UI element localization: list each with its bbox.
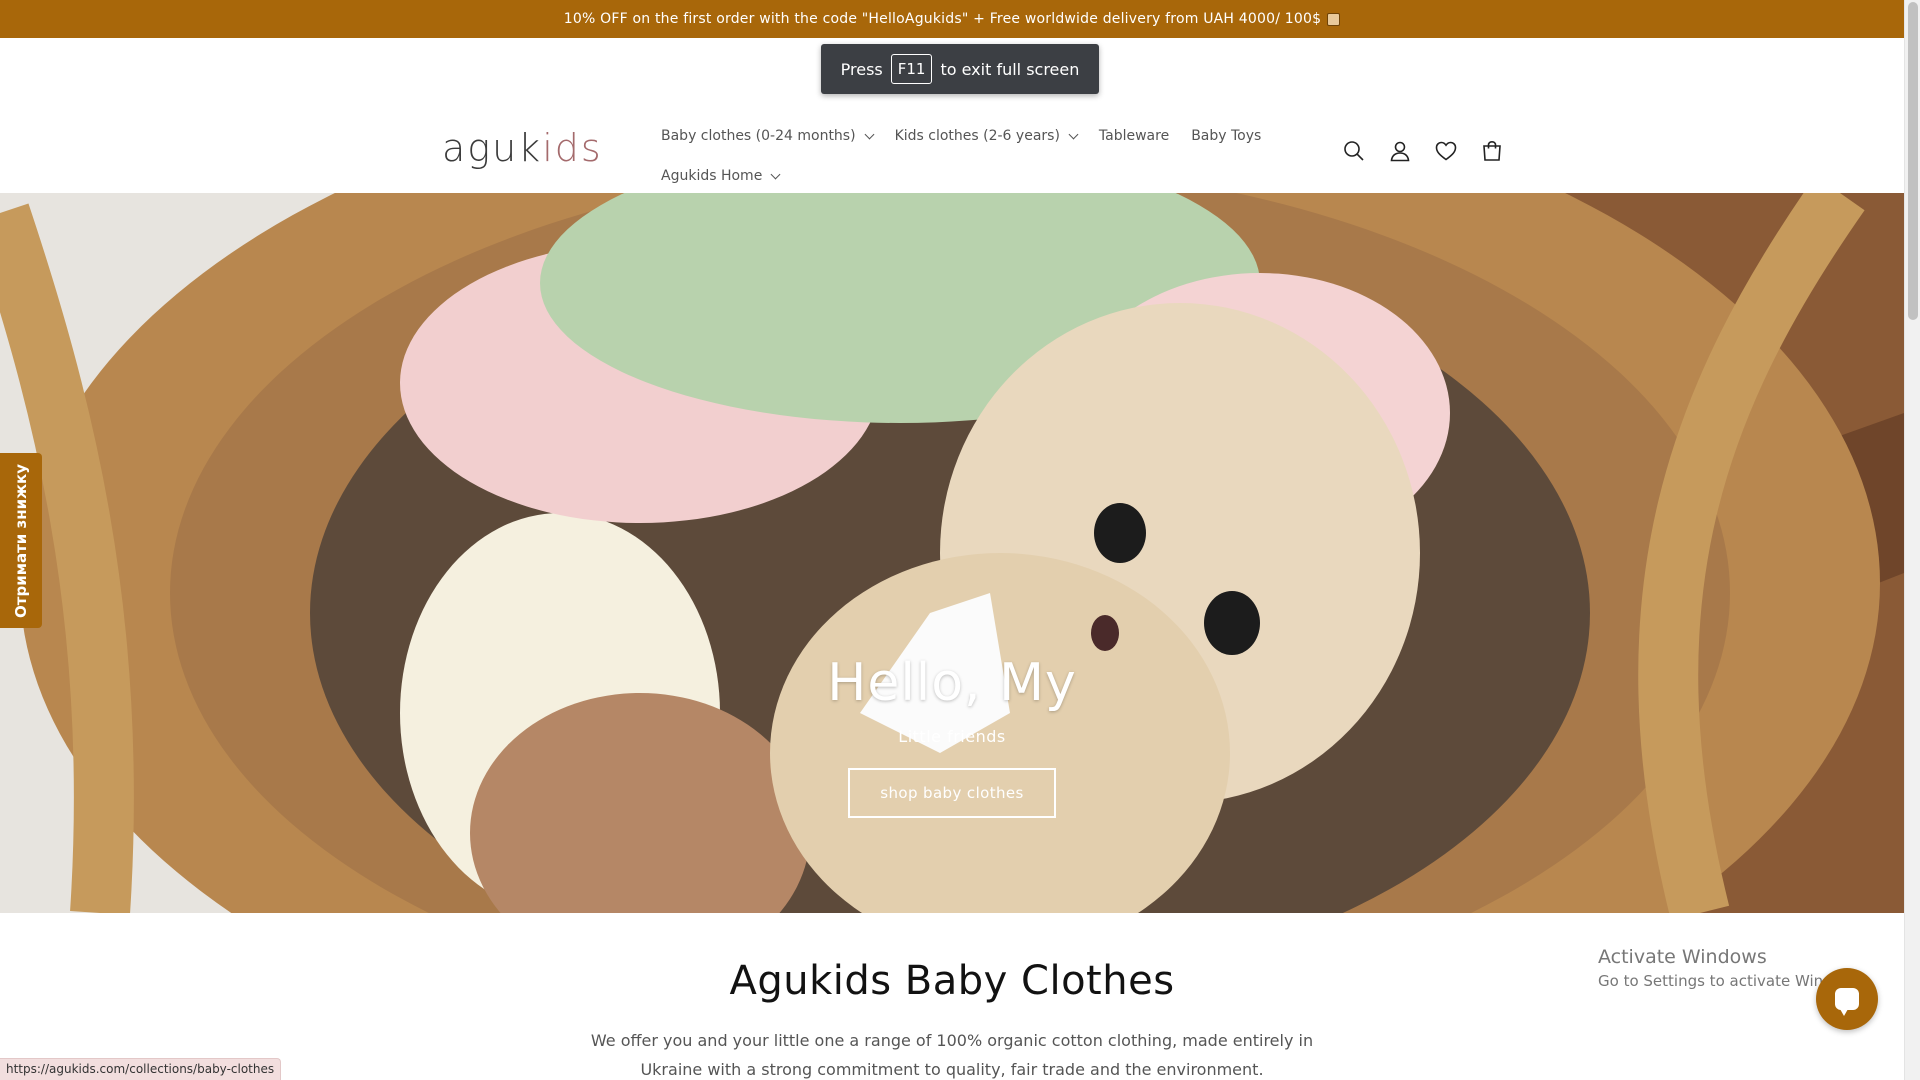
toast-key: F11 bbox=[890, 54, 933, 84]
collection-description: We offer you and your little one a range… bbox=[590, 1031, 1314, 1079]
main-nav: Baby clothes (0-24 months) Kids clothes … bbox=[661, 116, 1261, 196]
hero-content: Hello, My Little friends shop baby cloth… bbox=[0, 653, 1904, 818]
logo[interactable]: agukids bbox=[442, 126, 603, 170]
search-icon[interactable] bbox=[1342, 139, 1366, 167]
package-icon bbox=[1327, 12, 1341, 26]
chevron-down-icon bbox=[864, 129, 875, 139]
collection-intro: Agukids Baby Clothes We offer you and yo… bbox=[0, 913, 1904, 1080]
chevron-down-icon bbox=[770, 169, 781, 179]
cart-icon[interactable] bbox=[1480, 139, 1504, 167]
toast-rest-text: to exit full screen bbox=[940, 59, 1080, 79]
page: 10% OFF on the first order with the code… bbox=[0, 0, 1904, 1080]
nav-baby-toys[interactable]: Baby Toys bbox=[1191, 128, 1261, 144]
nav-kids-clothes[interactable]: Kids clothes (2-6 years) bbox=[894, 128, 1079, 144]
fullscreen-toast: Press F11 to exit full screen bbox=[821, 44, 1099, 94]
nav-label: Tableware bbox=[1098, 128, 1170, 144]
wishlist-heart-icon[interactable] bbox=[1434, 139, 1458, 167]
announcement-text: 10% OFF on the first order with the code… bbox=[563, 11, 1322, 27]
hero-subtitle: Little friends bbox=[898, 727, 1006, 746]
account-icon[interactable] bbox=[1388, 139, 1412, 167]
nav-label: Agukids Home bbox=[661, 168, 763, 184]
scrollbar-thumb[interactable] bbox=[1908, 2, 1918, 320]
nav-label: Baby Toys bbox=[1191, 128, 1262, 144]
nav-agukids-home[interactable]: Agukids Home bbox=[661, 168, 781, 184]
hero-title: Hello, My bbox=[827, 653, 1077, 713]
chevron-down-icon bbox=[1068, 129, 1079, 139]
discount-side-tab[interactable]: Отримати знижку bbox=[0, 453, 42, 628]
nav-tableware[interactable]: Tableware bbox=[1099, 128, 1169, 144]
nav-label: Baby clothes (0-24 months) bbox=[661, 128, 856, 144]
chat-button[interactable] bbox=[1816, 968, 1878, 1030]
chat-bubble-icon bbox=[1835, 988, 1859, 1016]
toast-press-text: Press bbox=[840, 59, 883, 79]
hero-banner: Hello, My Little friends shop baby cloth… bbox=[0, 193, 1904, 913]
announcement-bar[interactable]: 10% OFF on the first order with the code… bbox=[0, 0, 1904, 38]
status-bar-url: https://agukids.com/collections/baby-clo… bbox=[0, 1058, 282, 1080]
header-icons bbox=[1342, 139, 1504, 167]
activate-windows-title: Activate Windows bbox=[1598, 946, 1767, 968]
logo-text-part2: ids bbox=[542, 126, 603, 170]
page-scrollbar[interactable] bbox=[1904, 0, 1920, 1080]
nav-baby-clothes[interactable]: Baby clothes (0-24 months) bbox=[661, 128, 875, 144]
logo-text-part1: aguk bbox=[442, 126, 543, 170]
nav-label: Kids clothes (2-6 years) bbox=[894, 128, 1060, 144]
shop-baby-clothes-button[interactable]: shop baby clothes bbox=[848, 768, 1056, 818]
discount-tab-label: Отримати знижку bbox=[12, 463, 30, 618]
